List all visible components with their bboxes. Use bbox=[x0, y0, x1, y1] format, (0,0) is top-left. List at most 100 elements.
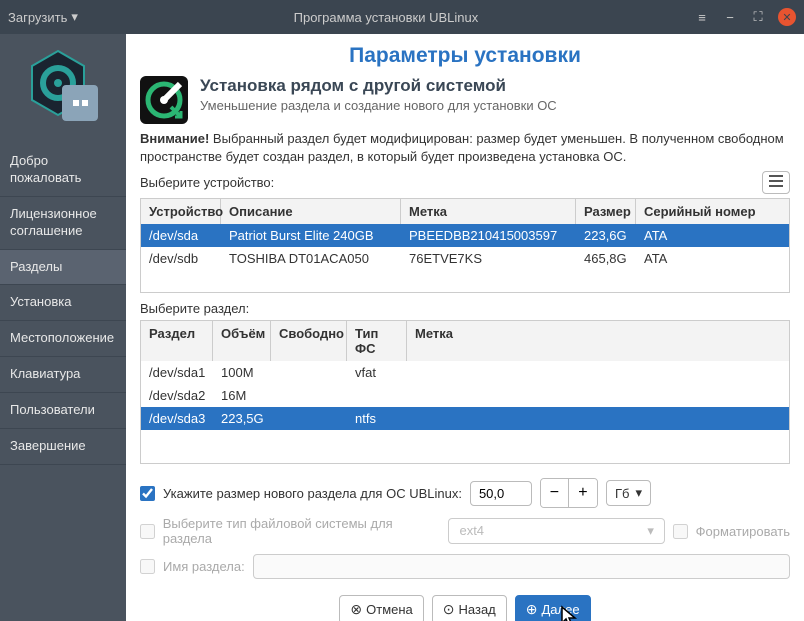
cancel-button[interactable]: ⊗ Отмена bbox=[339, 595, 423, 621]
toggle-view-button[interactable] bbox=[762, 171, 790, 194]
maximize-button[interactable]: ⛶ bbox=[750, 9, 766, 25]
device-row[interactable]: /dev/sdbTOSHIBA DT01ACA05076ETVE7KS465,8… bbox=[141, 247, 789, 270]
close-button[interactable]: ✕ bbox=[778, 8, 796, 26]
next-button[interactable]: ⊕ Далее bbox=[515, 595, 591, 621]
fs-select[interactable]: ext4 ▾ bbox=[448, 518, 664, 544]
size-label: Укажите размер нового раздела для ОС UBL… bbox=[163, 486, 462, 501]
cell: 100M bbox=[213, 361, 271, 384]
cell: /dev/sda2 bbox=[141, 384, 213, 407]
name-label: Имя раздела: bbox=[163, 559, 245, 574]
part-header: Свободно bbox=[271, 321, 347, 361]
cell: 465,8G bbox=[576, 247, 636, 270]
back-button[interactable]: ⊙ Назад bbox=[432, 595, 507, 621]
load-label: Загрузить bbox=[8, 10, 67, 25]
cell bbox=[347, 384, 407, 407]
cell: /dev/sdb bbox=[141, 247, 221, 270]
dev-header: Метка bbox=[401, 199, 576, 224]
disk-install-icon bbox=[140, 76, 188, 124]
cell: /dev/sda1 bbox=[141, 361, 213, 384]
sidebar-item-6[interactable]: Пользователи bbox=[0, 393, 126, 429]
select-device-label: Выберите устройство: bbox=[140, 175, 274, 190]
fs-label: Выберите тип файловой системы для раздел… bbox=[163, 516, 441, 546]
sidebar-item-4[interactable]: Местоположение bbox=[0, 321, 126, 357]
format-checkbox[interactable] bbox=[673, 524, 688, 539]
cell: ntfs bbox=[347, 407, 407, 430]
content: Параметры установки Установка рядом с др… bbox=[126, 34, 804, 621]
device-row[interactable]: /dev/sdaPatriot Burst Elite 240GBPBEEDBB… bbox=[141, 224, 789, 247]
warning-body: Выбранный раздел будет модифицирован: ра… bbox=[140, 131, 784, 164]
cell bbox=[407, 384, 789, 407]
subheader: Установка рядом с другой системой Уменьш… bbox=[140, 76, 790, 124]
sub-logo-icon bbox=[62, 85, 98, 121]
sidebar-item-2[interactable]: Разделы bbox=[0, 250, 126, 286]
subtitle: Установка рядом с другой системой bbox=[200, 76, 557, 96]
cell: PBEEDBB210415003597 bbox=[401, 224, 576, 247]
partition-row[interactable]: /dev/sda216M bbox=[141, 384, 789, 407]
cell bbox=[407, 407, 789, 430]
fs-checkbox[interactable] bbox=[140, 524, 155, 539]
fs-option-row: Выберите тип файловой системы для раздел… bbox=[140, 516, 790, 546]
cell: 16M bbox=[213, 384, 271, 407]
dev-header: Описание bbox=[221, 199, 401, 224]
back-label: Назад bbox=[459, 602, 496, 617]
sidebar: Добро пожаловатьЛицензионное соглашениеР… bbox=[0, 34, 126, 621]
partition-row[interactable]: /dev/sda1100M vfat bbox=[141, 361, 789, 384]
size-option-row: Укажите размер нового раздела для ОС UBL… bbox=[140, 478, 790, 508]
page-title: Параметры установки bbox=[140, 44, 790, 68]
subdesc: Уменьшение раздела и создание нового для… bbox=[200, 98, 557, 113]
next-icon: ⊕ bbox=[526, 601, 538, 618]
unit-select[interactable]: Гб ▾ bbox=[606, 480, 651, 506]
cell: /dev/sda bbox=[141, 224, 221, 247]
size-stepper: − + bbox=[540, 478, 598, 508]
cancel-icon: ⊗ bbox=[350, 601, 362, 618]
cell: vfat bbox=[347, 361, 407, 384]
footer: ⊗ Отмена ⊙ Назад ⊕ Далее bbox=[140, 595, 790, 621]
part-header: Объём bbox=[213, 321, 271, 361]
list-icon bbox=[769, 175, 783, 187]
name-input[interactable] bbox=[253, 554, 790, 579]
cancel-label: Отмена bbox=[366, 602, 413, 617]
sidebar-item-0[interactable]: Добро пожаловать bbox=[0, 144, 126, 197]
format-label: Форматировать bbox=[696, 524, 790, 539]
partition-row[interactable]: /dev/sda3223,5G ntfs bbox=[141, 407, 789, 430]
sidebar-item-3[interactable]: Установка bbox=[0, 285, 126, 321]
cell: ATA bbox=[636, 247, 789, 270]
cell: /dev/sda3 bbox=[141, 407, 213, 430]
load-menu[interactable]: Загрузить ▾ bbox=[8, 9, 78, 25]
cell bbox=[271, 407, 347, 430]
titlebar: Загрузить ▾ Программа установки UBLinux … bbox=[0, 0, 804, 34]
name-checkbox[interactable] bbox=[140, 559, 155, 574]
sidebar-item-7[interactable]: Завершение bbox=[0, 429, 126, 465]
cell: 223,6G bbox=[576, 224, 636, 247]
dev-header: Размер bbox=[576, 199, 636, 224]
cell: ATA bbox=[636, 224, 789, 247]
partition-table: РазделОбъёмСвободноТип ФСМетка /dev/sda1… bbox=[140, 320, 790, 464]
part-header: Тип ФС bbox=[347, 321, 407, 361]
size-plus-button[interactable]: + bbox=[569, 479, 597, 507]
warning-label: Внимание! bbox=[140, 131, 209, 146]
chevron-down-icon: ▾ bbox=[647, 523, 654, 539]
sidebar-item-5[interactable]: Клавиатура bbox=[0, 357, 126, 393]
cell: 76ETVE7KS bbox=[401, 247, 576, 270]
menu-icon[interactable]: ≡ bbox=[694, 9, 710, 25]
sidebar-item-1[interactable]: Лицензионное соглашение bbox=[0, 197, 126, 250]
cell: Patriot Burst Elite 240GB bbox=[221, 224, 401, 247]
back-icon: ⊙ bbox=[443, 601, 455, 618]
minimize-button[interactable]: − bbox=[722, 9, 738, 25]
cell bbox=[271, 361, 347, 384]
cell: TOSHIBA DT01ACA050 bbox=[221, 247, 401, 270]
cell bbox=[271, 384, 347, 407]
window-title: Программа установки UBLinux bbox=[78, 10, 694, 25]
name-option-row: Имя раздела: bbox=[140, 554, 790, 579]
size-checkbox[interactable] bbox=[140, 486, 155, 501]
window-controls: ≡ − ⛶ ✕ bbox=[694, 8, 796, 26]
chevron-down-icon: ▾ bbox=[635, 485, 642, 501]
device-table: УстройствоОписаниеМеткаРазмерСерийный но… bbox=[140, 198, 790, 293]
next-label: Далее bbox=[542, 602, 580, 617]
logo bbox=[0, 34, 126, 144]
cell: 223,5G bbox=[213, 407, 271, 430]
size-minus-button[interactable]: − bbox=[541, 479, 569, 507]
size-input[interactable] bbox=[470, 481, 532, 506]
warning-text: Внимание! Выбранный раздел будет модифиц… bbox=[140, 130, 790, 165]
fs-value: ext4 bbox=[459, 523, 484, 539]
